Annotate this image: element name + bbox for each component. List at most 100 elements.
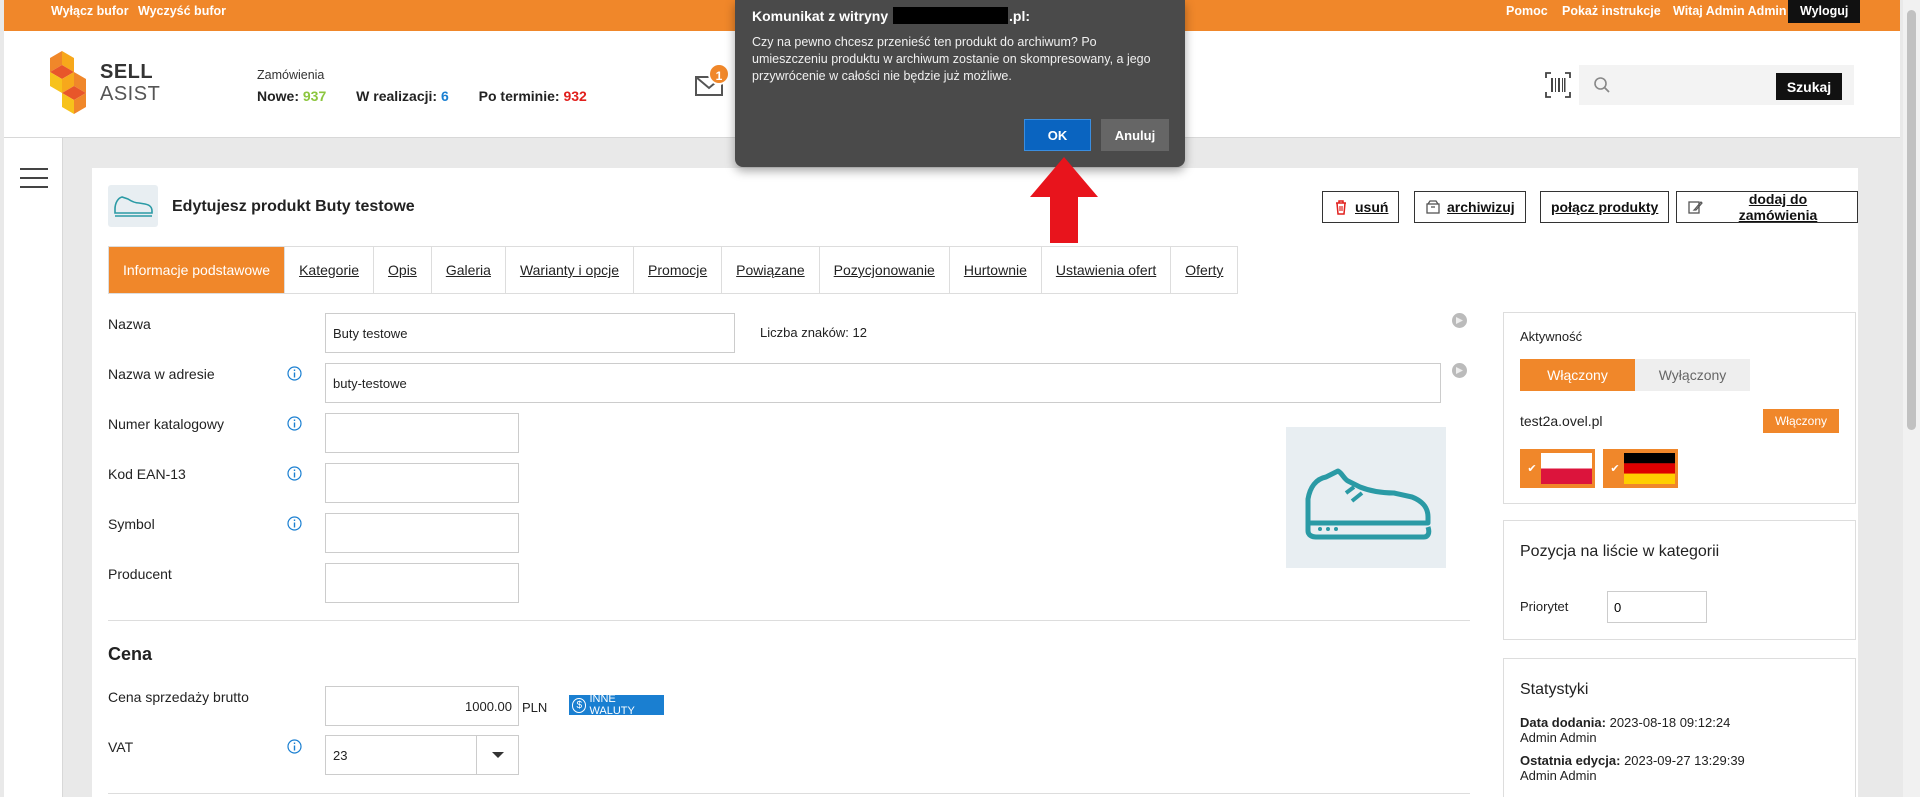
product-image[interactable]	[1286, 427, 1446, 568]
barcode-scanner-icon[interactable]	[1545, 72, 1571, 98]
edit-order-icon	[1688, 201, 1703, 214]
language-flag-de[interactable]: ✔	[1603, 449, 1678, 488]
germany-flag-icon	[1624, 453, 1675, 484]
user-greeting[interactable]: Witaj Admin Admin	[1673, 4, 1787, 18]
archive-icon	[1426, 200, 1440, 214]
info-icon[interactable]	[287, 366, 302, 381]
priority-label: Priorytet	[1520, 599, 1569, 614]
arrow-up-icon	[1030, 157, 1098, 243]
redacted-domain	[893, 7, 1009, 24]
producer-label: Producent	[108, 566, 172, 582]
divider	[108, 793, 1470, 794]
delete-button[interactable]: usuń	[1322, 191, 1400, 223]
char-count: Liczba znaków: 12	[760, 325, 867, 340]
priority-input[interactable]	[1607, 591, 1707, 623]
logo-text: SELL ASIST	[100, 61, 161, 105]
statistics-panel: Statystyki Data dodania: 2023-08-18 09:1…	[1503, 658, 1856, 797]
product-thumbnail	[108, 185, 158, 227]
orders-in-progress[interactable]: W realizacji: 6	[356, 88, 449, 104]
activity-toggle: Włączony Wyłączony	[1520, 359, 1750, 391]
gross-price-label: Cena sprzedaży brutto	[108, 689, 249, 705]
name-input[interactable]	[325, 313, 735, 353]
trash-icon	[1336, 200, 1346, 215]
vat-label: VAT	[108, 739, 134, 755]
position-title: Pozycja na liście w kategorii	[1520, 543, 1720, 560]
tab-offers[interactable]: Oferty	[1171, 247, 1238, 293]
catalog-number-input[interactable]	[325, 413, 519, 453]
info-icon[interactable]	[287, 466, 302, 481]
ean-label: Kod EAN-13	[108, 466, 186, 482]
tab-gallery[interactable]: Galeria	[431, 247, 506, 293]
product-tabs: Informacje podstawowe Kategorie Opis Gal…	[108, 246, 1239, 294]
symbol-label: Symbol	[108, 516, 155, 532]
cache-off-link[interactable]: Wyłącz bufor	[51, 4, 129, 18]
language-pin-icon[interactable]	[1452, 313, 1467, 328]
instructions-link[interactable]: Pokaż instrukcje	[1562, 4, 1661, 18]
vat-select[interactable]	[325, 735, 519, 775]
tab-seo[interactable]: Pozycjonowanie	[819, 247, 950, 293]
ean-input[interactable]	[325, 463, 519, 503]
category-position-panel: Pozycja na liście w kategorii Priorytet	[1503, 520, 1856, 640]
name-label: Nazwa	[108, 316, 151, 332]
tab-offer-settings[interactable]: Ustawienia ofert	[1041, 247, 1172, 293]
orders-title: Zamówienia	[257, 68, 325, 82]
poland-flag-icon	[1541, 453, 1592, 484]
page-title: Edytujesz produkt Buty testowe	[172, 198, 415, 215]
currency-label: PLN	[522, 700, 548, 715]
shoe-icon	[1305, 468, 1432, 540]
tab-categories[interactable]: Kategorie	[285, 247, 375, 293]
language-pin-icon[interactable]	[1452, 363, 1467, 378]
chevron-down-icon[interactable]	[492, 752, 504, 758]
dialog-cancel-button[interactable]: Anuluj	[1101, 119, 1169, 151]
mail-badge: 1	[708, 63, 730, 85]
shop-status-button[interactable]: Włączony	[1763, 409, 1839, 433]
orders-summary: Zamówienia Nowe: 937 W realizacji: 6 Po …	[257, 68, 613, 104]
symbol-input[interactable]	[325, 513, 519, 553]
search-button[interactable]: Szukaj	[1776, 73, 1842, 100]
orders-overdue[interactable]: Po terminie: 932	[479, 88, 587, 104]
add-to-order-button[interactable]: dodaj do zamówienia	[1676, 191, 1858, 223]
info-icon[interactable]	[287, 516, 302, 531]
info-icon[interactable]	[287, 416, 302, 431]
date-added: Data dodania: 2023-08-18 09:12:24 Admin …	[1520, 715, 1731, 745]
url-slug-input[interactable]	[325, 363, 1441, 403]
activity-off-button[interactable]: Wyłączony	[1635, 359, 1750, 391]
tab-promotions[interactable]: Promocje	[634, 247, 723, 293]
tab-related[interactable]: Powiązane	[722, 247, 820, 293]
search-icon	[1594, 77, 1610, 93]
check-icon: ✔	[1527, 463, 1537, 475]
cache-clear-link[interactable]: Wyczyść bufor	[138, 4, 226, 18]
activity-title: Aktywność	[1520, 329, 1583, 344]
tab-basic-info[interactable]: Informacje podstawowe	[109, 247, 286, 293]
activity-on-button[interactable]: Włączony	[1520, 359, 1635, 391]
orders-new[interactable]: Nowe: 937	[257, 88, 326, 104]
select-separator	[476, 736, 477, 774]
other-currencies-button[interactable]: $ INNE WALUTY	[569, 693, 664, 717]
shoe-icon	[114, 196, 153, 217]
left-sidebar	[4, 138, 63, 797]
catalog-number-label: Numer katalogowy	[108, 416, 224, 432]
archive-button[interactable]: archiwizuj	[1414, 191, 1526, 223]
dollar-icon: $	[572, 697, 587, 713]
language-flag-pl[interactable]: ✔	[1520, 449, 1595, 488]
producer-input[interactable]	[325, 563, 519, 603]
info-icon[interactable]	[287, 739, 302, 754]
tab-variants[interactable]: Warianty i opcje	[505, 247, 635, 293]
activity-panel: Aktywność Włączony Wyłączony test2a.ovel…	[1503, 312, 1856, 504]
merge-products-button[interactable]: połącz produkty	[1540, 191, 1670, 223]
url-label: Nazwa w adresie	[108, 366, 215, 382]
dialog-message: Czy na pewno chcesz przenieść ten produk…	[752, 35, 1151, 83]
logout-button[interactable]: Wyloguj	[1788, 0, 1861, 23]
search-input[interactable]	[1619, 71, 1749, 99]
tab-description[interactable]: Opis	[374, 247, 432, 293]
gross-price-input[interactable]	[325, 686, 519, 726]
statistics-title: Statystyki	[1520, 681, 1589, 698]
tab-wholesalers[interactable]: Hurtownie	[949, 247, 1042, 293]
dialog-ok-button[interactable]: OK	[1024, 119, 1091, 151]
price-section-title: Cena	[108, 644, 153, 664]
shop-name: test2a.ovel.pl	[1520, 413, 1603, 429]
help-link[interactable]: Pomoc	[1506, 4, 1548, 18]
scrollbar[interactable]	[1903, 0, 1920, 797]
menu-icon[interactable]	[20, 168, 48, 190]
last-edited: Ostatnia edycja: 2023-09-27 13:29:39 Adm…	[1520, 753, 1745, 783]
